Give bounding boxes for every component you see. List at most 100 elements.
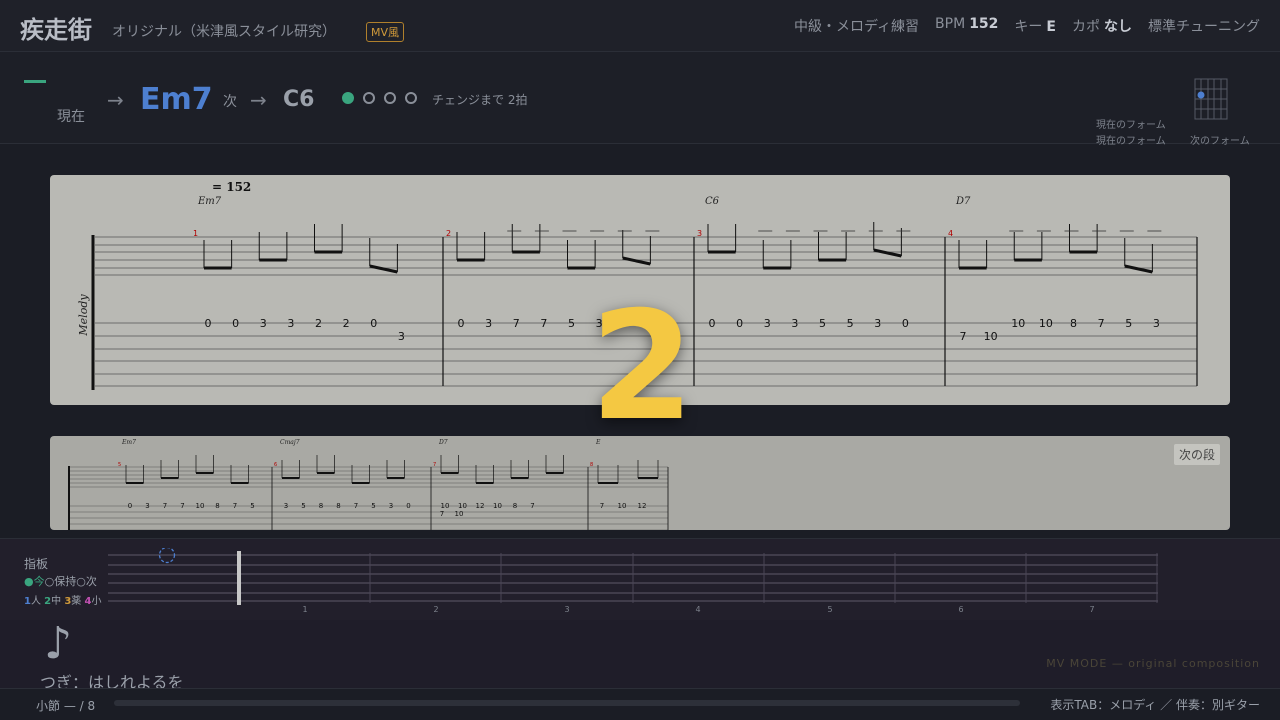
tab-number: 3	[1153, 317, 1160, 330]
measure-number: 4	[948, 229, 953, 238]
tab-number: 0	[232, 317, 239, 330]
fret-number: 6	[958, 605, 963, 614]
song-subtitle: オリジナル（米津風スタイル研究）	[112, 24, 336, 40]
tab-number: 0	[458, 317, 465, 330]
tab-number: 10	[441, 502, 450, 510]
next-chord: C6	[283, 87, 315, 112]
display-mode-info: 表示TAB：メロディ ／ 伴奏：別ギター	[1050, 698, 1260, 712]
tab-number: 7	[540, 317, 547, 330]
tab-number: 8	[319, 502, 323, 510]
tab-number: 3	[389, 502, 393, 510]
tab-number: 5	[1125, 317, 1132, 330]
chord-name: C6	[705, 196, 720, 207]
finger-1-label: 人	[30, 596, 41, 607]
next-section-label: 次の段	[1173, 444, 1220, 465]
arrow-icon: →	[250, 88, 267, 112]
fret-number: 1	[302, 605, 307, 614]
tab-number: 5	[847, 317, 854, 330]
bpm-label: BPM	[935, 16, 966, 32]
tab-number: 7	[1098, 317, 1105, 330]
tempo-mark: = 152	[212, 180, 251, 194]
chord-diagram-icon	[1194, 78, 1228, 120]
tab-number: 7	[163, 502, 167, 510]
music-note-icon: ♪	[44, 618, 73, 669]
tab-number: 5	[301, 502, 305, 510]
chord-name: Em7	[197, 196, 222, 207]
legend-now: ●今	[24, 575, 45, 588]
note-beam	[369, 264, 398, 274]
arrow-icon: →	[107, 88, 124, 112]
tab-number: 3	[791, 317, 798, 330]
tab-number: 7	[960, 330, 967, 343]
tab-number: 3	[287, 317, 294, 330]
now-label: 現在	[57, 109, 85, 125]
tab-number: 3	[398, 330, 405, 343]
tab-number: 8	[1070, 317, 1077, 330]
capo-value: なし	[1104, 19, 1132, 35]
song-info: 中級・メロディ練習 BPM 152 キー E カポ なし 標準チューニング	[794, 16, 1260, 36]
finger-4-label: 小	[91, 596, 102, 607]
tab-number: 0	[902, 317, 909, 330]
tab-number: 3	[874, 317, 881, 330]
tab-number: 12	[638, 502, 647, 510]
tab-number: 8	[513, 502, 517, 510]
measure-number: 5	[118, 462, 121, 468]
note-beam	[873, 248, 902, 258]
measure-number: 6	[274, 462, 277, 468]
bpm-info: BPM 152	[935, 16, 998, 36]
song-title: 疾走街	[20, 16, 92, 44]
fret-number: 5	[827, 605, 832, 614]
now-indicator	[24, 80, 46, 83]
change-countdown-text: チェンジまで 2拍	[432, 93, 528, 107]
key-value: E	[1046, 19, 1056, 35]
tab-number: 7	[440, 510, 444, 518]
tab-number: 2	[343, 317, 350, 330]
tab-number: 3	[764, 317, 771, 330]
tab-number: 7	[513, 317, 520, 330]
fret-number: 4	[695, 605, 700, 614]
measure-counter: 小節 — / 8	[36, 699, 96, 713]
current-form-label: 現在のフォーム	[1096, 120, 1166, 131]
tab-number: 0	[736, 317, 743, 330]
tab-number: 8	[215, 502, 219, 510]
tab-number: 7	[530, 502, 534, 510]
measure-number: 3	[697, 229, 702, 238]
tab-number: 10	[984, 330, 998, 343]
tab-number: 8	[336, 502, 340, 510]
measure-number: 1	[193, 229, 198, 238]
finger-3-label: 薬	[71, 596, 82, 607]
beat-dot	[384, 92, 396, 104]
fretboard-legend: ●今○保持○次	[24, 573, 97, 589]
key-info: キー E	[1014, 16, 1056, 36]
song-progress-bar[interactable]	[114, 700, 1020, 706]
current-chord: Em7	[140, 82, 213, 117]
tab-number: 0	[406, 502, 410, 510]
tab-number: 10	[1011, 317, 1025, 330]
measure-number: 7	[433, 462, 436, 468]
countdown-number: 2	[590, 280, 695, 454]
tab-number: 3	[260, 317, 267, 330]
chord-name: D7	[955, 196, 971, 207]
tab-number: 3	[145, 502, 149, 510]
tab-number: 0	[205, 317, 212, 330]
tab-number: 10	[455, 510, 464, 518]
tab-number: 5	[568, 317, 575, 330]
legend-next: ○次	[76, 575, 97, 588]
tab-number: 5	[819, 317, 826, 330]
mv-style-badge: MV風	[366, 22, 405, 42]
finger-2-label: 中	[51, 596, 62, 607]
note-beam	[1124, 264, 1153, 274]
tab-number: 10	[618, 502, 627, 510]
fretboard-diagram: 1 2 3 4 5 6 7	[108, 548, 1158, 614]
capo-label: カポ	[1072, 19, 1100, 35]
beat-dot	[405, 92, 417, 104]
guitar-nut	[237, 551, 241, 605]
tab-number: 0	[128, 502, 132, 510]
beat-dot	[363, 92, 375, 104]
lyric-panel	[0, 620, 1280, 688]
fret-number: 3	[564, 605, 569, 614]
tab-number: 0	[370, 317, 377, 330]
fret-number: 7	[1089, 605, 1094, 614]
chord-name: D7	[438, 439, 448, 446]
tab-number: 12	[476, 502, 485, 510]
